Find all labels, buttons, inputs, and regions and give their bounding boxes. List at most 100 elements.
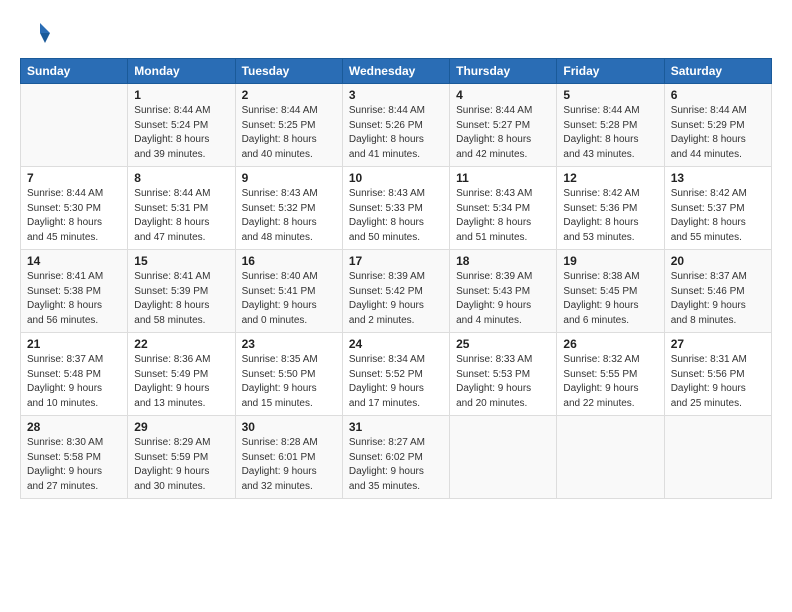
day-info: Sunrise: 8:44 AMSunset: 5:24 PMDaylight:… [134,104,228,162]
day-number: 13 [671,171,765,185]
week-row-2: 7 Sunrise: 8:44 AMSunset: 5:30 PMDaylight… [21,167,772,250]
calendar-cell [21,84,128,167]
day-number: 26 [563,337,657,351]
day-info: Sunrise: 8:33 AMSunset: 5:53 PMDaylight:… [456,353,550,411]
day-info: Sunrise: 8:43 AMSunset: 5:33 PMDaylight:… [349,187,443,245]
day-info: Sunrise: 8:43 AMSunset: 5:32 PMDaylight:… [242,187,336,245]
week-row-3: 14Sunrise: 8:41 AMSunset: 5:38 PMDayligh… [21,250,772,333]
calendar-cell: 16Sunrise: 8:40 AMSunset: 5:41 PMDayligh… [235,250,342,333]
calendar-cell [557,416,664,499]
day-number: 21 [27,337,121,351]
calendar-cell: 21 Sunrise: 8:37 AMSunset: 5:48 PMDayligh… [21,333,128,416]
col-header-thursday: Thursday [450,59,557,84]
calendar-cell: 15 Sunrise: 8:41 AMSunset: 5:39 PMDayligh… [128,250,235,333]
calendar-cell: 31 Sunrise: 8:27 AMSunset: 6:02 PMDayligh… [342,416,449,499]
calendar-table: SundayMondayTuesdayWednesdayThursdayFrid… [20,58,772,499]
calendar-cell: 20 Sunrise: 8:37 AMSunset: 5:46 PMDayligh… [664,250,771,333]
day-info: Sunrise: 8:28 AMSunset: 6:01 PMDaylight:… [242,436,336,494]
day-number: 1 [134,88,228,102]
col-header-saturday: Saturday [664,59,771,84]
calendar-cell: 29Sunrise: 8:29 AMSunset: 5:59 PMDayligh… [128,416,235,499]
week-row-1: 1 Sunrise: 8:44 AMSunset: 5:24 PMDaylight… [21,84,772,167]
col-header-sunday: Sunday [21,59,128,84]
day-number: 10 [349,171,443,185]
calendar-cell: 8 Sunrise: 8:44 AMSunset: 5:31 PMDaylight… [128,167,235,250]
day-info: Sunrise: 8:44 AMSunset: 5:30 PMDaylight:… [27,187,121,245]
day-info: Sunrise: 8:29 AMSunset: 5:59 PMDaylight:… [134,436,228,494]
day-number: 19 [563,254,657,268]
day-info: Sunrise: 8:41 AMSunset: 5:38 PMDaylight:… [27,270,121,328]
day-number: 28 [27,420,121,434]
logo [20,18,54,48]
calendar-cell: 18 Sunrise: 8:39 AMSunset: 5:43 PMDayligh… [450,250,557,333]
calendar-cell: 24 Sunrise: 8:34 AMSunset: 5:52 PMDayligh… [342,333,449,416]
calendar-cell: 9 Sunrise: 8:43 AMSunset: 5:32 PMDaylight… [235,167,342,250]
day-number: 27 [671,337,765,351]
day-info: Sunrise: 8:43 AMSunset: 5:34 PMDaylight:… [456,187,550,245]
calendar-cell: 5 Sunrise: 8:44 AMSunset: 5:28 PMDaylight… [557,84,664,167]
logo-icon [20,18,50,48]
day-number: 17 [349,254,443,268]
day-info: Sunrise: 8:38 AMSunset: 5:45 PMDaylight:… [563,270,657,328]
calendar-cell: 10 Sunrise: 8:43 AMSunset: 5:33 PMDayligh… [342,167,449,250]
day-number: 18 [456,254,550,268]
col-header-friday: Friday [557,59,664,84]
col-header-monday: Monday [128,59,235,84]
day-info: Sunrise: 8:32 AMSunset: 5:55 PMDaylight:… [563,353,657,411]
calendar-cell: 7 Sunrise: 8:44 AMSunset: 5:30 PMDaylight… [21,167,128,250]
calendar-cell: 26 Sunrise: 8:32 AMSunset: 5:55 PMDayligh… [557,333,664,416]
calendar-cell: 12 Sunrise: 8:42 AMSunset: 5:36 PMDayligh… [557,167,664,250]
day-info: Sunrise: 8:39 AMSunset: 5:43 PMDaylight:… [456,270,550,328]
day-number: 11 [456,171,550,185]
day-number: 7 [27,171,121,185]
header-row: SundayMondayTuesdayWednesdayThursdayFrid… [21,59,772,84]
day-info: Sunrise: 8:37 AMSunset: 5:48 PMDaylight:… [27,353,121,411]
calendar-cell: 6 Sunrise: 8:44 AMSunset: 5:29 PMDaylight… [664,84,771,167]
day-info: Sunrise: 8:36 AMSunset: 5:49 PMDaylight:… [134,353,228,411]
day-number: 15 [134,254,228,268]
day-number: 23 [242,337,336,351]
col-header-wednesday: Wednesday [342,59,449,84]
calendar-cell: 28Sunrise: 8:30 AMSunset: 5:58 PMDayligh… [21,416,128,499]
day-info: Sunrise: 8:44 AMSunset: 5:29 PMDaylight:… [671,104,765,162]
day-info: Sunrise: 8:42 AMSunset: 5:36 PMDaylight:… [563,187,657,245]
calendar-cell: 17 Sunrise: 8:39 AMSunset: 5:42 PMDayligh… [342,250,449,333]
day-info: Sunrise: 8:37 AMSunset: 5:46 PMDaylight:… [671,270,765,328]
day-info: Sunrise: 8:31 AMSunset: 5:56 PMDaylight:… [671,353,765,411]
day-info: Sunrise: 8:42 AMSunset: 5:37 PMDaylight:… [671,187,765,245]
day-number: 22 [134,337,228,351]
day-info: Sunrise: 8:27 AMSunset: 6:02 PMDaylight:… [349,436,443,494]
day-info: Sunrise: 8:44 AMSunset: 5:27 PMDaylight:… [456,104,550,162]
calendar-cell: 25 Sunrise: 8:33 AMSunset: 5:53 PMDayligh… [450,333,557,416]
day-number: 4 [456,88,550,102]
week-row-5: 28Sunrise: 8:30 AMSunset: 5:58 PMDayligh… [21,416,772,499]
day-number: 5 [563,88,657,102]
calendar-cell: 4 Sunrise: 8:44 AMSunset: 5:27 PMDaylight… [450,84,557,167]
day-number: 6 [671,88,765,102]
day-number: 20 [671,254,765,268]
day-number: 31 [349,420,443,434]
day-number: 25 [456,337,550,351]
calendar-cell: 30 Sunrise: 8:28 AMSunset: 6:01 PMDayligh… [235,416,342,499]
calendar-cell: 22 Sunrise: 8:36 AMSunset: 5:49 PMDayligh… [128,333,235,416]
calendar-cell: 23 Sunrise: 8:35 AMSunset: 5:50 PMDayligh… [235,333,342,416]
calendar-cell [450,416,557,499]
week-row-4: 21 Sunrise: 8:37 AMSunset: 5:48 PMDayligh… [21,333,772,416]
day-number: 8 [134,171,228,185]
day-info: Sunrise: 8:35 AMSunset: 5:50 PMDaylight:… [242,353,336,411]
day-info: Sunrise: 8:44 AMSunset: 5:28 PMDaylight:… [563,104,657,162]
day-info: Sunrise: 8:34 AMSunset: 5:52 PMDaylight:… [349,353,443,411]
day-number: 30 [242,420,336,434]
calendar-cell: 14Sunrise: 8:41 AMSunset: 5:38 PMDayligh… [21,250,128,333]
day-number: 12 [563,171,657,185]
calendar-cell: 3Sunrise: 8:44 AMSunset: 5:26 PMDaylight… [342,84,449,167]
day-info: Sunrise: 8:41 AMSunset: 5:39 PMDaylight:… [134,270,228,328]
day-number: 2 [242,88,336,102]
day-number: 24 [349,337,443,351]
day-info: Sunrise: 8:39 AMSunset: 5:42 PMDaylight:… [349,270,443,328]
day-number: 9 [242,171,336,185]
day-info: Sunrise: 8:44 AMSunset: 5:31 PMDaylight:… [134,187,228,245]
day-number: 16 [242,254,336,268]
day-number: 3 [349,88,443,102]
calendar-cell: 27 Sunrise: 8:31 AMSunset: 5:56 PMDayligh… [664,333,771,416]
